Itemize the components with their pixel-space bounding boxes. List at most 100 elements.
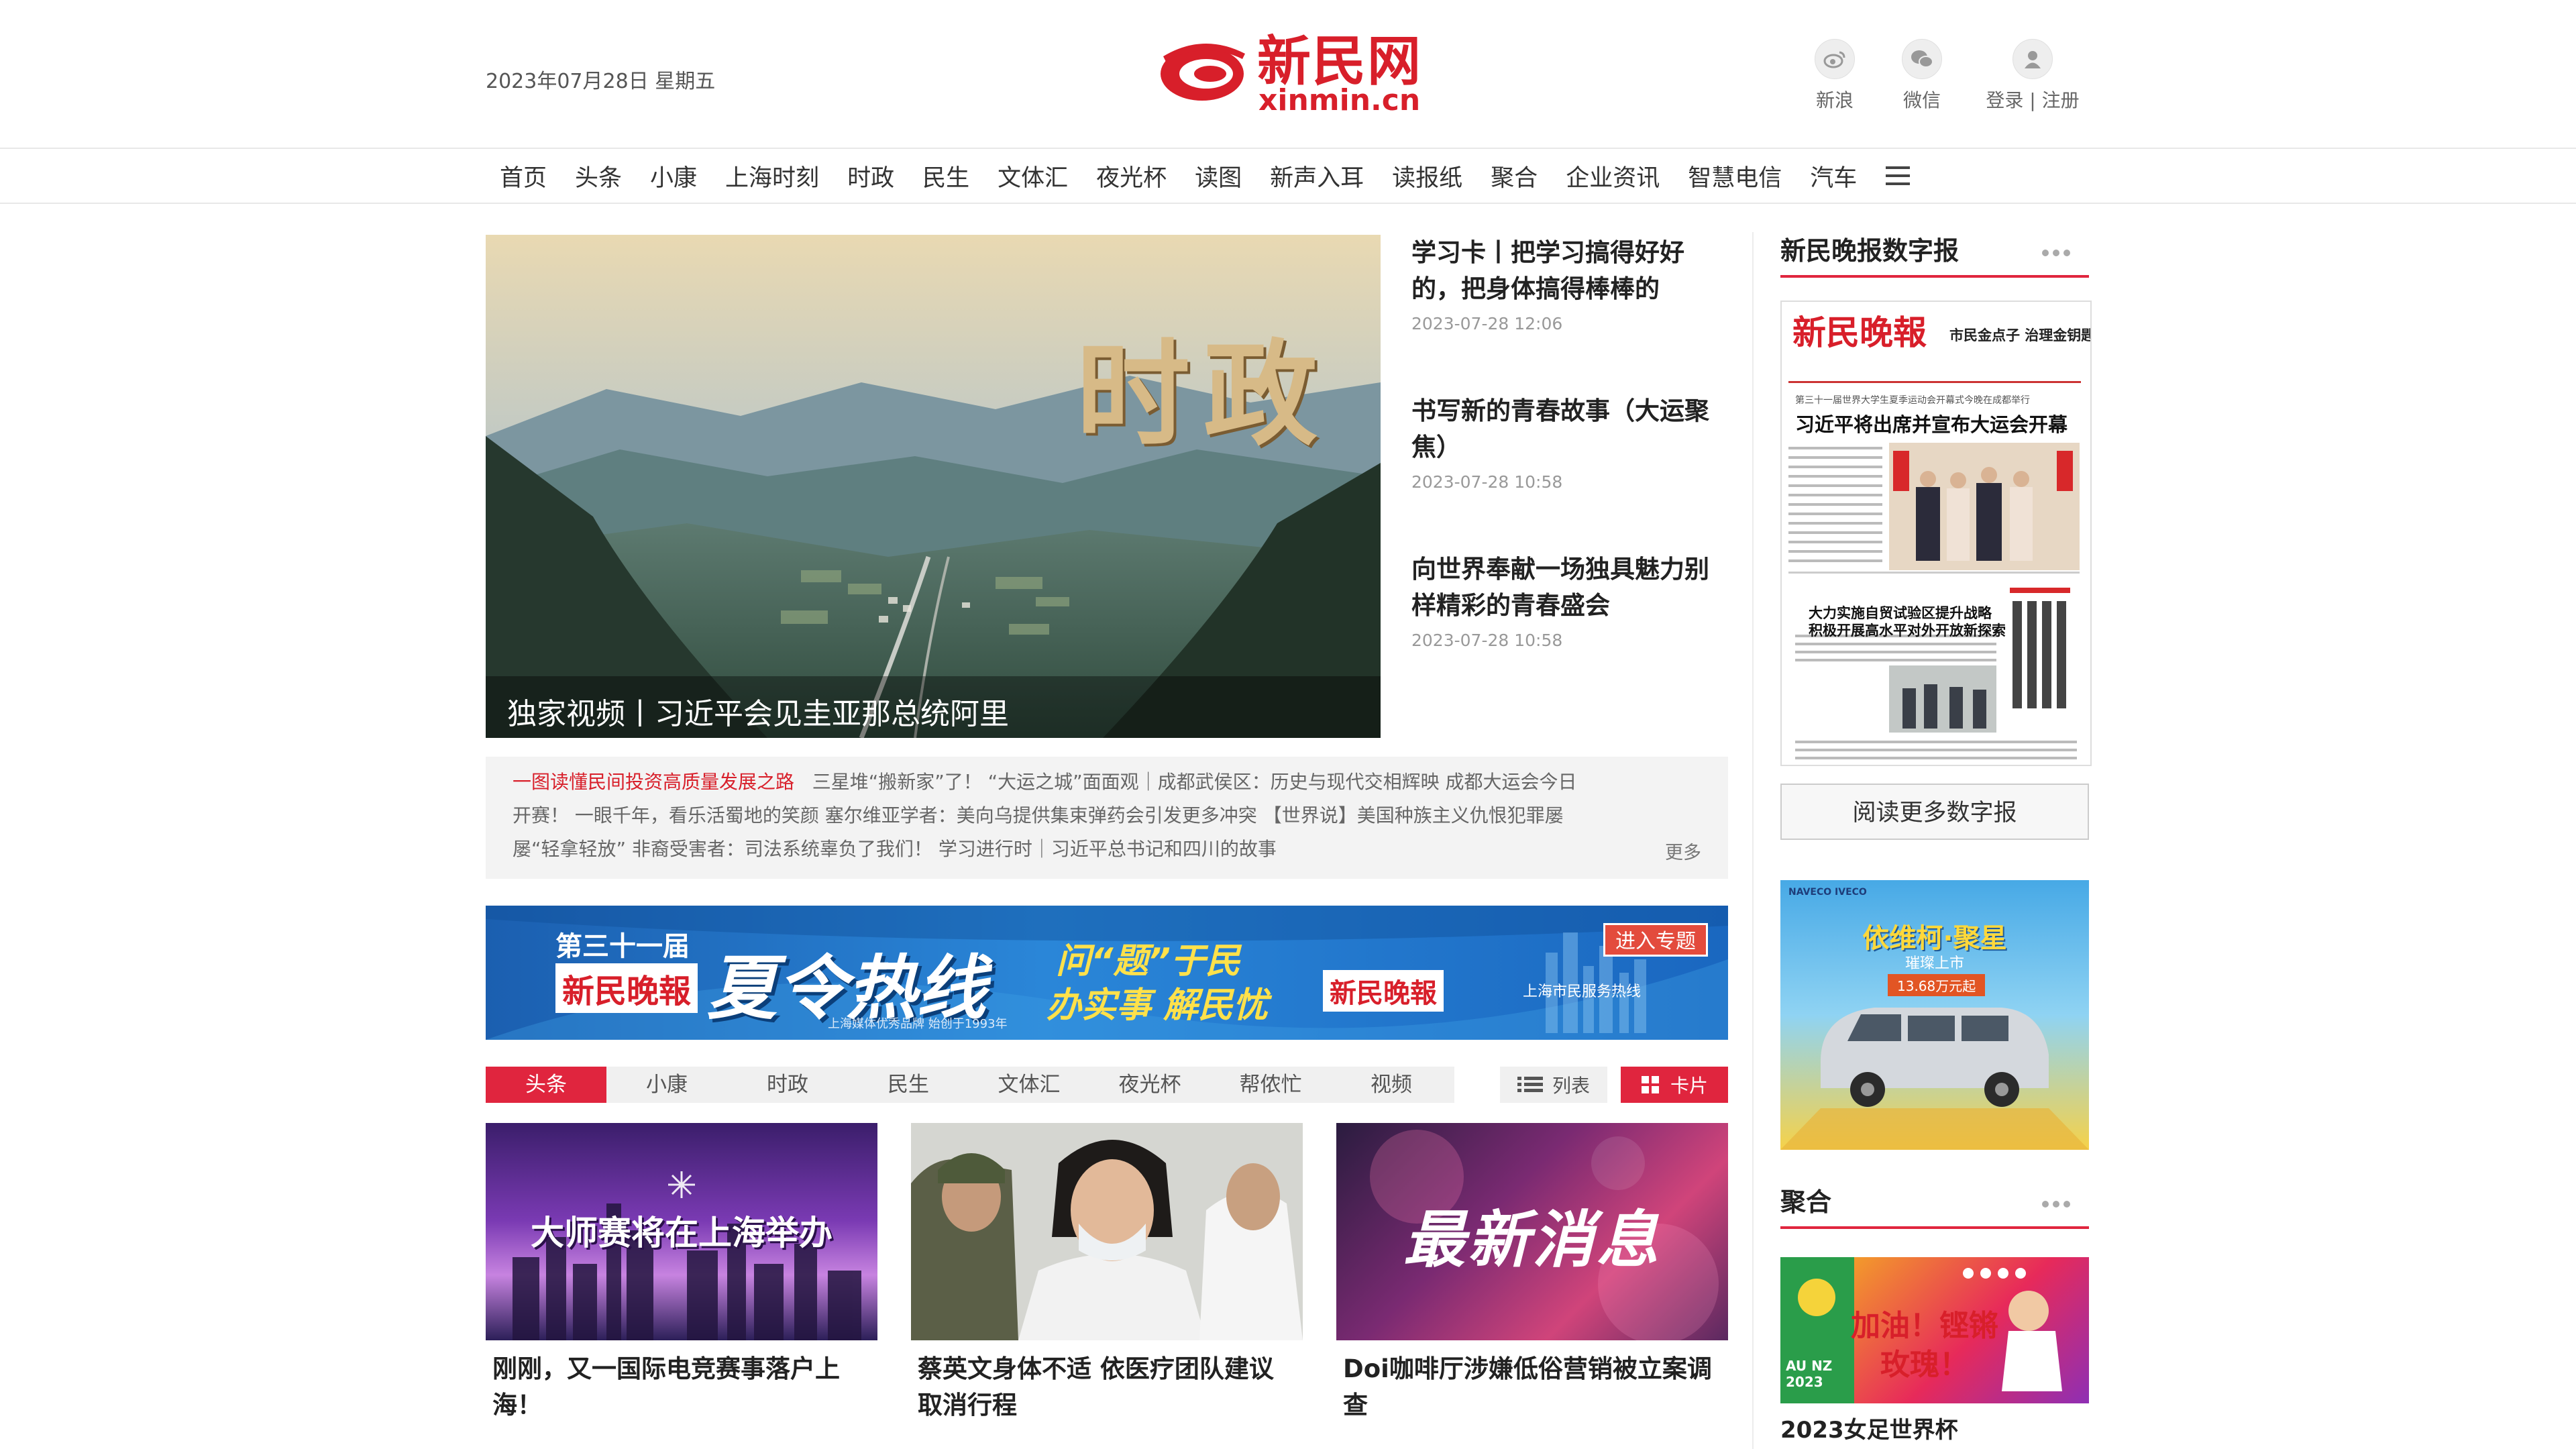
card-image[interactable]: 大师赛将在上海举办	[486, 1123, 877, 1340]
banner-footnote: 上海媒体优秀品牌 始创于1993年	[828, 1017, 1008, 1031]
aggregate-caption[interactable]: 2023女足世界杯	[1780, 1411, 1958, 1444]
hero-slide[interactable]: 时政 独家视频丨习近平会见圭亚那总统阿里	[486, 235, 1381, 738]
card-title[interactable]: 刚刚，又一国际电竞赛事落户上海！	[486, 1351, 877, 1424]
page: 2023年07月28日 星期五 新民网 xinmin.cn 新浪 微信 登录 |…	[0, 0, 2576, 1449]
ticker-more-link[interactable]: 更多	[1665, 838, 1701, 864]
login-register-link[interactable]: 登录 | 注册	[1972, 39, 2093, 113]
newspaper-masthead: 新民晚報	[1792, 313, 1927, 352]
tab-livelihood[interactable]: 民生	[848, 1067, 969, 1103]
headline-ticker: 一图读懂民间投资高质量发展之路 三星堆“搬新家”了！ “大运之城”面面观｜成都武…	[486, 757, 1728, 879]
digital-paper-title[interactable]: 新民晚报数字报	[1780, 236, 1959, 266]
category-tabs: 头条 小康 时政 民生 文体汇 夜光杯 帮侬忙 视频	[486, 1067, 1454, 1103]
side-news-item[interactable]: 学习卡丨把学习搞得好好的，把身体搞得棒棒的 2023-07-28 12:06	[1411, 235, 1713, 333]
wechat-link[interactable]: 微信	[1898, 39, 1945, 113]
tab-video[interactable]: 视频	[1331, 1067, 1452, 1103]
side-news-title[interactable]: 书写新的青春故事（大运聚焦）	[1411, 393, 1713, 466]
nav-item-shanghai-moment[interactable]: 上海时刻	[725, 159, 819, 193]
news-card[interactable]: 最新消息 Doi咖啡厅涉嫌低俗营销被立案调查	[1336, 1123, 1728, 1424]
world-cup-badge: AU NZ 2023	[1786, 1358, 1833, 1390]
card-view-button[interactable]: 卡片	[1621, 1067, 1728, 1103]
tab-culture-sports[interactable]: 文体汇	[969, 1067, 1089, 1103]
nav-item-newspaper[interactable]: 读报纸	[1392, 159, 1462, 193]
side-news-date: 2023-07-28 12:06	[1411, 314, 1563, 333]
side-news-title[interactable]: 学习卡丨把学习搞得好好的，把身体搞得棒棒的	[1411, 235, 1713, 307]
wechat-label: 微信	[1902, 89, 1941, 111]
list-view-button[interactable]: 列表	[1500, 1067, 1607, 1103]
logo-text-en: xinmin.cn	[1258, 83, 1421, 117]
ticker-highlight-link[interactable]: 一图读懂民间投资高质量发展之路	[513, 771, 794, 793]
more-dots-icon[interactable]	[2038, 250, 2070, 256]
side-news-item[interactable]: 书写新的青春故事（大运聚焦） 2023-07-28 10:58	[1411, 393, 1713, 492]
list-view-label: 列表	[1552, 1075, 1590, 1097]
newspaper-headline-2b: 积极开展高水平对外开放新探索	[1809, 623, 2006, 639]
nav-item-home[interactable]: 首页	[500, 159, 547, 193]
wechat-icon	[1902, 39, 1942, 79]
womens-world-cup-image[interactable]: AU NZ 2023 加油！铿锵玫瑰！	[1780, 1257, 2089, 1403]
nav-item-headlines[interactable]: 头条	[575, 159, 622, 193]
nav-item-culture-sports[interactable]: 文体汇	[998, 159, 1068, 193]
card-title[interactable]: 蔡英文身体不适 依医疗团队建议取消行程	[911, 1351, 1303, 1424]
iveco-ad[interactable]: NAVECO IVECO 依维柯·聚星 璀璨上市 13.68万元起	[1780, 880, 2089, 1150]
main-navbar: 首页 头条 小康 上海时刻 时政 民生 文体汇 夜光杯 读图 新声入耳 读报纸 …	[0, 148, 2576, 204]
news-card[interactable]: 大师赛将在上海举办 刚刚，又一国际电竞赛事落户上海！	[486, 1123, 877, 1424]
world-cup-slogan: 加油！铿锵玫瑰！	[1851, 1309, 1998, 1382]
banner-slogan-top: 问“题”于民	[1056, 941, 1240, 981]
list-icon	[1517, 1077, 1543, 1092]
menu-icon[interactable]	[1886, 166, 1911, 185]
nav-item-business-news[interactable]: 企业资讯	[1566, 159, 1660, 193]
logo-text-cn: 新民网	[1257, 30, 1422, 93]
site-logo[interactable]: 新民网 xinmin.cn	[1157, 30, 1432, 115]
newspaper-front-page[interactable]: 新民晚報 市民金点子 治理金钥匙 第三十一届世界大学生夏季运动会开幕式今晚在成都…	[1780, 301, 2092, 766]
nav-item-auto[interactable]: 汽车	[1810, 159, 1857, 193]
nav-item-xiaokang[interactable]: 小康	[650, 159, 697, 193]
nav-item-aggregate[interactable]: 聚合	[1491, 159, 1538, 193]
logo-mark-icon	[1161, 43, 1245, 101]
weibo-link[interactable]: 新浪	[1811, 39, 1858, 113]
tab-yeguangbei[interactable]: 夜光杯	[1089, 1067, 1210, 1103]
weibo-label: 新浪	[1815, 89, 1854, 111]
nav-item-smart-telecom[interactable]: 智慧电信	[1688, 159, 1782, 193]
van-image	[1780, 1008, 2089, 1150]
nav-item-audio[interactable]: 新声入耳	[1270, 159, 1364, 193]
user-icon	[2012, 39, 2053, 79]
card-image[interactable]: 最新消息	[1336, 1123, 1728, 1340]
card-image[interactable]	[911, 1123, 1303, 1340]
banner-paper-name-2: 新民晚報	[1323, 970, 1444, 1012]
banner-paper-name: 新民晚報	[555, 963, 698, 1013]
tab-politics[interactable]: 时政	[727, 1067, 848, 1103]
header-tools: 新浪 微信 登录 | 注册	[1811, 39, 2093, 119]
more-dots-icon[interactable]	[2038, 1201, 2070, 1208]
banner-edition: 第三十一届	[555, 931, 690, 962]
summer-hotline-banner[interactable]: 第三十一届 新民晚報 夏令热线 上海媒体优秀品牌 始创于1993年 问“题”于民…	[486, 906, 1728, 1040]
nav-item-photos[interactable]: 读图	[1195, 159, 1242, 193]
nav-item-politics[interactable]: 时政	[847, 159, 894, 193]
ticker-links[interactable]: 三星堆“搬新家”了！ “大运之城”面面观｜成都武侯区：历史与现代交相辉映 成都大…	[812, 771, 1577, 793]
read-more-digital-button[interactable]: 阅读更多数字报	[1780, 784, 2089, 840]
aggregate-header: 聚合	[1780, 1183, 2089, 1229]
nav-item-yeguangbei[interactable]: 夜光杯	[1096, 159, 1167, 193]
ticker-line[interactable]: 屡“轻拿轻放” 非裔受害者：司法系统辜负了我们！ 学习进行时｜习近平总书记和四川…	[513, 835, 1277, 861]
ticker-line: 一图读懂民间投资高质量发展之路 三星堆“搬新家”了！ “大运之城”面面观｜成都武…	[513, 767, 1577, 794]
card-title[interactable]: Doi咖啡厅涉嫌低俗营销被立案调查	[1336, 1351, 1728, 1424]
aggregate-title[interactable]: 聚合	[1780, 1187, 1831, 1217]
tab-help[interactable]: 帮侬忙	[1210, 1067, 1331, 1103]
side-news-date: 2023-07-28 10:58	[1411, 472, 1563, 492]
newspaper-side-headline: 市民金点子 治理金钥匙	[1949, 327, 2092, 343]
side-news-item[interactable]: 向世界奉献一场独具魅力别样精彩的青春盛会 2023-07-28 10:58	[1411, 551, 1713, 650]
nav-item-livelihood[interactable]: 民生	[922, 159, 969, 193]
hero-caption-bar: 独家视频丨习近平会见圭亚那总统阿里	[486, 676, 1381, 738]
tab-xiaokang[interactable]: 小康	[606, 1067, 727, 1103]
news-card[interactable]: 蔡英文身体不适 依医疗团队建议取消行程	[911, 1123, 1303, 1424]
tab-headlines[interactable]: 头条	[486, 1067, 606, 1103]
banner-hotline: 上海市民服务热线	[1523, 983, 1642, 1000]
ticker-line[interactable]: 开赛！ 一眼千年，看乐活蜀地的笑颜 塞尔维亚学者：美向乌提供集束弹药会引发更多冲…	[513, 801, 1564, 828]
newspaper-headline: 习近平将出席并宣布大运会开幕	[1795, 413, 2068, 436]
hero-caption[interactable]: 独家视频丨习近平会见圭亚那总统阿里	[507, 690, 1009, 733]
side-news-title[interactable]: 向世界奉献一场独具魅力别样精彩的青春盛会	[1411, 551, 1713, 624]
side-news-date: 2023-07-28 10:58	[1411, 631, 1563, 650]
current-date: 2023年07月28日 星期五	[486, 70, 716, 93]
weibo-icon	[1815, 39, 1855, 79]
newspaper-subhead: 第三十一届世界大学生夏季运动会开幕式今晚在成都举行	[1795, 395, 2030, 406]
banner-enter-button[interactable]: 进入专题	[1603, 923, 1708, 957]
main-nav: 首页 头条 小康 上海时刻 时政 民生 文体汇 夜光杯 读图 新声入耳 读报纸 …	[486, 149, 1911, 203]
